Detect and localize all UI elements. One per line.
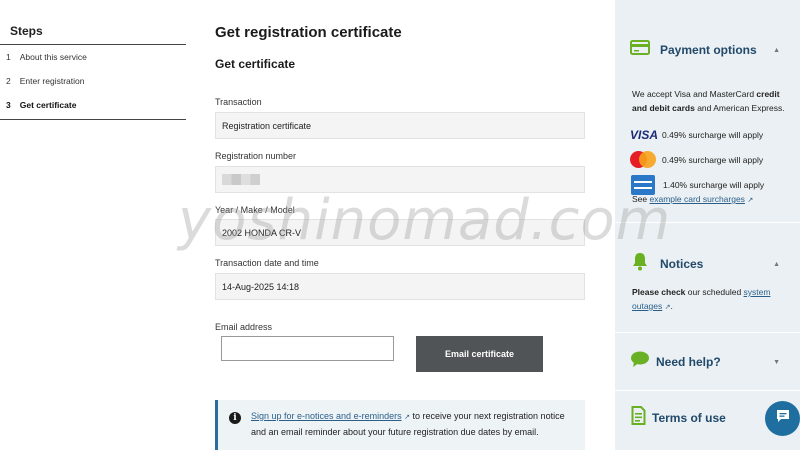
visa-surcharge: 0.49% surcharge will apply [662, 130, 764, 140]
step-label: Enter registration [19, 76, 85, 86]
payment-description: We accept Visa and MasterCard credit and… [615, 60, 800, 115]
need-help-section: Need help? ▼ [615, 351, 800, 373]
email-certificate-button[interactable]: Email certificate [416, 336, 543, 372]
panel-divider [615, 390, 800, 391]
page-title: Get registration certificate [215, 24, 402, 41]
mastercard-surcharge: 0.49% surcharge will apply [662, 154, 764, 165]
chat-button[interactable] [765, 401, 800, 436]
step-label: About this service [19, 52, 87, 62]
registration-number-label: Registration number [215, 151, 297, 161]
notices-header[interactable]: Notices ▲ [615, 252, 800, 276]
section-title: Get certificate [215, 57, 296, 71]
expand-caret-icon[interactable]: ▼ [773, 359, 780, 366]
e-notices-info-box: i Sign up for e-notices and e-reminders … [215, 400, 585, 450]
need-help-header[interactable]: Need help? ▼ [615, 351, 800, 373]
payment-text: We accept Visa and MasterCard [632, 89, 757, 99]
panel-divider [615, 332, 800, 333]
bell-icon [632, 252, 648, 276]
document-icon [631, 406, 646, 430]
visa-logo: VISA [630, 128, 659, 142]
mastercard-row: 0.49% surcharge will apply [615, 142, 800, 168]
chat-icon [775, 408, 791, 429]
notices-text: Please check our scheduled system outage… [615, 276, 800, 315]
redacted-value [222, 174, 260, 185]
amex-surcharge: 1.40% surcharge will apply [663, 180, 765, 190]
payment-options-section: Payment options ▲ We accept Visa and Mas… [615, 40, 800, 208]
steps-title: Steps [0, 18, 186, 45]
external-link-icon: ↗ [747, 197, 754, 204]
step-number: 3 [6, 100, 11, 110]
payment-options-title: Payment options [660, 43, 757, 57]
visa-row: VISA 0.49% surcharge will apply [615, 115, 800, 142]
email-input[interactable] [221, 336, 394, 361]
notices-text-bold: Please check [632, 287, 686, 297]
transaction-datetime-field: 14-Aug-2025 14:18 [215, 273, 585, 300]
step-about[interactable]: 1 About this service [0, 45, 186, 69]
collapse-caret-icon[interactable]: ▲ [773, 261, 780, 268]
step-enter-registration[interactable]: 2 Enter registration [0, 69, 186, 93]
need-help-title: Need help? [656, 355, 721, 369]
external-link-icon: ↗ [404, 414, 410, 421]
info-icon: i [229, 412, 241, 424]
terms-title: Terms of use [652, 411, 726, 425]
notices-text-body: our scheduled [685, 287, 744, 297]
transaction-value: Registration certificate [222, 120, 312, 131]
collapse-caret-icon[interactable]: ▲ [773, 47, 780, 54]
notices-section: Notices ▲ Please check our scheduled sys… [615, 252, 800, 315]
step-get-certificate: 3 Get certificate [0, 93, 186, 117]
step-label: Get certificate [19, 100, 77, 110]
notices-title: Notices [660, 257, 704, 271]
email-label: Email address [215, 322, 273, 332]
payment-text-end: and American Express. [694, 103, 785, 113]
credit-card-icon [630, 40, 650, 60]
step-number: 2 [6, 76, 11, 86]
steps-sidebar: Steps 1 About this service 2 Enter regis… [0, 18, 186, 120]
step-number: 1 [6, 52, 11, 62]
transaction-field: Registration certificate [215, 112, 585, 139]
e-notices-signup-link[interactable]: Sign up for e-notices and e-reminders [251, 411, 402, 421]
transaction-label: Transaction [215, 97, 262, 107]
payment-options-header[interactable]: Payment options ▲ [615, 40, 800, 60]
watermark: yoshinomad.com [178, 188, 672, 253]
transaction-datetime-label: Transaction date and time [215, 258, 319, 268]
mastercard-logo [630, 151, 656, 168]
transaction-datetime-value: 14-Aug-2025 14:18 [222, 281, 300, 292]
chat-bubble-icon [630, 351, 650, 373]
steps-divider [0, 119, 186, 120]
notices-text-end: . [670, 301, 673, 311]
